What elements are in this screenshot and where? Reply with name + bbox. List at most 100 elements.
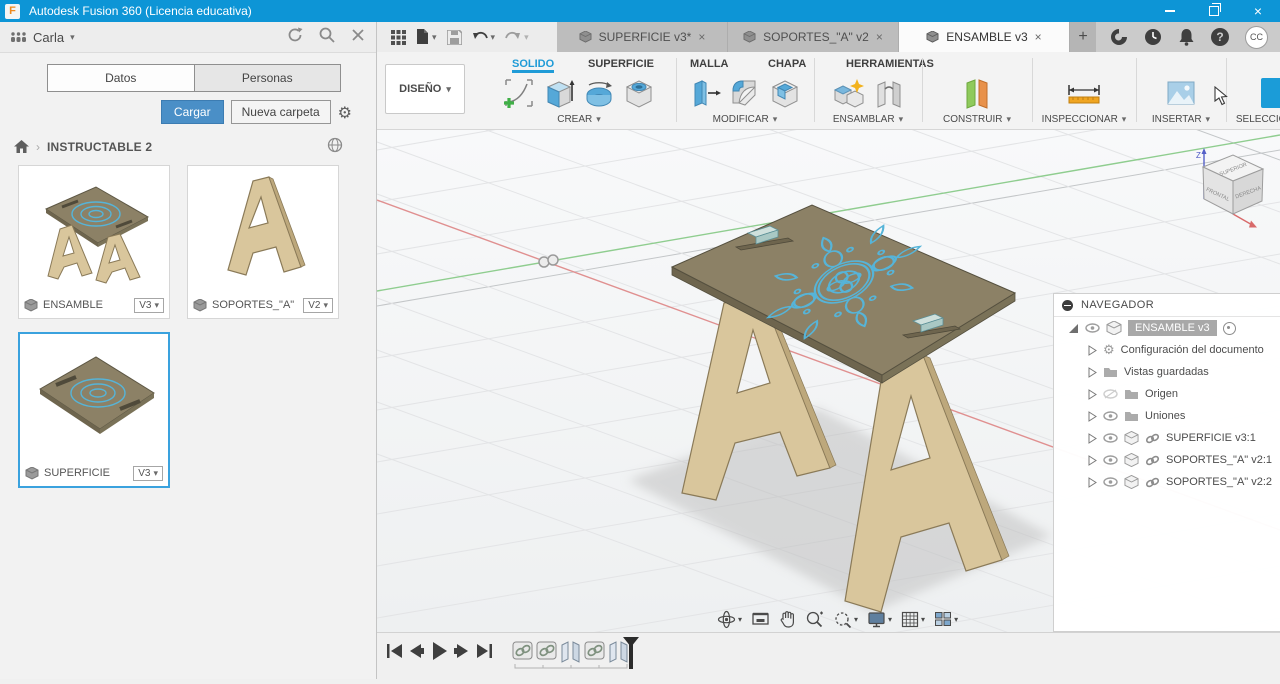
timeline-feature-component-2[interactable] bbox=[536, 641, 557, 660]
visibility-eye-icon[interactable] bbox=[1103, 433, 1118, 443]
undo-button[interactable]: ▾ bbox=[472, 30, 495, 44]
tree-row-superficie[interactable]: SUPERFICIE v3:1 bbox=[1054, 427, 1280, 449]
revolve-icon[interactable] bbox=[581, 75, 617, 111]
collapse-panel-icon[interactable] bbox=[1062, 299, 1073, 311]
team-selector[interactable]: Carla ▾ bbox=[10, 30, 75, 45]
timeline-feature-joint-1[interactable] bbox=[561, 641, 580, 663]
ribbon-tab-herramientas[interactable]: HERRAMIENTAS bbox=[846, 52, 934, 70]
document-card-ensamble[interactable]: ENSAMBLE V3 ▾ bbox=[18, 165, 170, 319]
tree-row-joints[interactable]: Uniones bbox=[1054, 405, 1280, 427]
save-icon[interactable] bbox=[446, 29, 462, 45]
press-pull-icon[interactable] bbox=[687, 75, 723, 111]
fillet-icon[interactable] bbox=[727, 75, 763, 111]
close-tab-icon[interactable]: × bbox=[876, 30, 883, 44]
version-dropdown[interactable]: V2 ▾ bbox=[303, 297, 333, 313]
tree-row-doc-settings[interactable]: ⚙ Configuración del documento bbox=[1054, 339, 1280, 361]
expand-arrow-icon[interactable] bbox=[1068, 323, 1079, 334]
expand-arrow-icon[interactable] bbox=[1088, 432, 1097, 444]
file-menu-button[interactable]: ▾ bbox=[416, 29, 437, 45]
measure-icon[interactable] bbox=[1064, 75, 1104, 111]
group-dropdown[interactable]: SELECCIONAR▾ bbox=[1236, 114, 1280, 128]
play-button[interactable] bbox=[433, 642, 447, 660]
viewports-button[interactable]: ▾ bbox=[931, 611, 961, 627]
ribbon-tab-malla[interactable]: MALLA bbox=[690, 52, 729, 70]
expand-arrow-icon[interactable] bbox=[1088, 344, 1097, 356]
orbit-button[interactable]: ▾ bbox=[714, 610, 745, 629]
visibility-eye-icon[interactable] bbox=[1103, 455, 1118, 465]
tab-personas[interactable]: Personas bbox=[193, 65, 340, 91]
go-to-end-button[interactable] bbox=[477, 644, 492, 658]
tree-row-saved-views[interactable]: Vistas guardadas bbox=[1054, 361, 1280, 383]
pan-button[interactable] bbox=[776, 610, 799, 628]
expand-arrow-icon[interactable] bbox=[1088, 476, 1097, 488]
job-status-clock-icon[interactable] bbox=[1144, 28, 1162, 46]
ribbon-tab-superficie[interactable]: SUPERFICIE bbox=[588, 52, 654, 70]
restore-button[interactable] bbox=[1192, 0, 1236, 22]
construct-plane-icon[interactable] bbox=[959, 75, 995, 111]
step-back-button[interactable] bbox=[410, 644, 424, 658]
timeline-feature-component-1[interactable] bbox=[512, 641, 533, 660]
timeline-feature-joint-2[interactable] bbox=[609, 641, 628, 663]
root-component-label[interactable]: ENSAMBLE v3 bbox=[1128, 320, 1217, 336]
visibility-eye-icon[interactable] bbox=[1103, 411, 1118, 421]
expand-arrow-icon[interactable] bbox=[1088, 388, 1097, 400]
new-folder-button[interactable]: Nueva carpeta bbox=[230, 100, 331, 124]
doc-tab-soportes[interactable]: SOPORTES_"A" v2 × bbox=[728, 22, 899, 52]
extensions-icon[interactable] bbox=[1110, 28, 1128, 46]
gear-icon[interactable]: ⚙ bbox=[338, 103, 352, 122]
document-card-soportes[interactable]: SOPORTES_"A" V2 ▾ bbox=[187, 165, 339, 319]
group-dropdown[interactable]: INSPECCIONAR ▾ bbox=[1042, 114, 1127, 128]
globe-icon[interactable] bbox=[327, 137, 344, 154]
ribbon-tab-chapa[interactable]: CHAPA bbox=[768, 52, 806, 70]
visibility-eye-icon[interactable] bbox=[1085, 323, 1100, 333]
search-icon[interactable] bbox=[318, 26, 336, 44]
joint-icon[interactable] bbox=[872, 75, 906, 111]
create-sketch-icon[interactable] bbox=[501, 75, 537, 111]
version-dropdown[interactable]: V3 ▾ bbox=[134, 297, 164, 313]
notifications-bell-icon[interactable] bbox=[1178, 28, 1195, 46]
close-tab-icon[interactable]: × bbox=[698, 30, 705, 44]
shell-icon[interactable] bbox=[767, 75, 803, 111]
tree-row-soportes-1[interactable]: SOPORTES_"A" v2:1 bbox=[1054, 449, 1280, 471]
timeline-playback-controls[interactable] bbox=[387, 642, 492, 660]
new-tab-button[interactable]: + bbox=[1070, 22, 1096, 52]
version-dropdown[interactable]: V3 ▾ bbox=[133, 465, 163, 481]
select-icon[interactable] bbox=[1259, 76, 1280, 110]
look-at-button[interactable] bbox=[748, 611, 773, 627]
tree-row-root[interactable]: ENSAMBLE v3 bbox=[1054, 317, 1280, 339]
canvas-image-icon[interactable] bbox=[1163, 75, 1199, 111]
upload-button[interactable]: Cargar bbox=[160, 100, 224, 124]
group-dropdown[interactable]: INSERTAR ▾ bbox=[1152, 114, 1210, 128]
origin-indicator[interactable] bbox=[538, 254, 559, 268]
doc-tab-superficie[interactable]: SUPERFICIE v3* × bbox=[557, 22, 728, 52]
redo-button[interactable]: ▾ bbox=[505, 30, 529, 44]
group-dropdown[interactable]: ENSAMBLAR ▾ bbox=[833, 114, 903, 128]
group-dropdown[interactable]: CREAR ▾ bbox=[557, 114, 601, 128]
expand-arrow-icon[interactable] bbox=[1088, 410, 1097, 422]
new-component-icon[interactable] bbox=[830, 75, 868, 111]
fit-button[interactable]: ▾ bbox=[830, 610, 861, 628]
app-grid-icon[interactable] bbox=[391, 29, 406, 45]
close-tab-icon[interactable]: × bbox=[1035, 30, 1042, 44]
hole-icon[interactable] bbox=[621, 75, 657, 111]
activate-component-icon[interactable] bbox=[1222, 321, 1236, 335]
breadcrumb-folder[interactable]: INSTRUCTABLE 2 bbox=[47, 140, 152, 154]
timeline-feature-component-3[interactable] bbox=[584, 641, 605, 660]
tree-row-origin[interactable]: Origen bbox=[1054, 383, 1280, 405]
go-to-start-button[interactable] bbox=[387, 644, 402, 658]
tab-datos[interactable]: Datos bbox=[48, 65, 194, 91]
close-panel-icon[interactable] bbox=[350, 27, 366, 43]
close-window-button[interactable]: × bbox=[1236, 0, 1280, 22]
document-card-superficie[interactable]: SUPERFICIE V3 ▾ bbox=[18, 332, 170, 488]
refresh-icon[interactable] bbox=[286, 26, 304, 44]
visibility-hidden-eye-icon[interactable] bbox=[1103, 389, 1118, 399]
visibility-eye-icon[interactable] bbox=[1103, 477, 1118, 487]
step-forward-button[interactable] bbox=[454, 644, 468, 658]
doc-tab-ensamble[interactable]: ENSAMBLE v3 × bbox=[899, 22, 1070, 52]
view-cube[interactable]: Z SUPERIOR FRONTAL DERECHA bbox=[1196, 148, 1265, 228]
home-icon[interactable] bbox=[14, 140, 29, 154]
minimize-button[interactable] bbox=[1148, 0, 1192, 22]
group-dropdown[interactable]: MODIFICAR ▾ bbox=[713, 114, 778, 128]
group-dropdown[interactable]: CONSTRUIR ▾ bbox=[943, 114, 1011, 128]
grid-settings-button[interactable]: ▾ bbox=[898, 611, 928, 628]
